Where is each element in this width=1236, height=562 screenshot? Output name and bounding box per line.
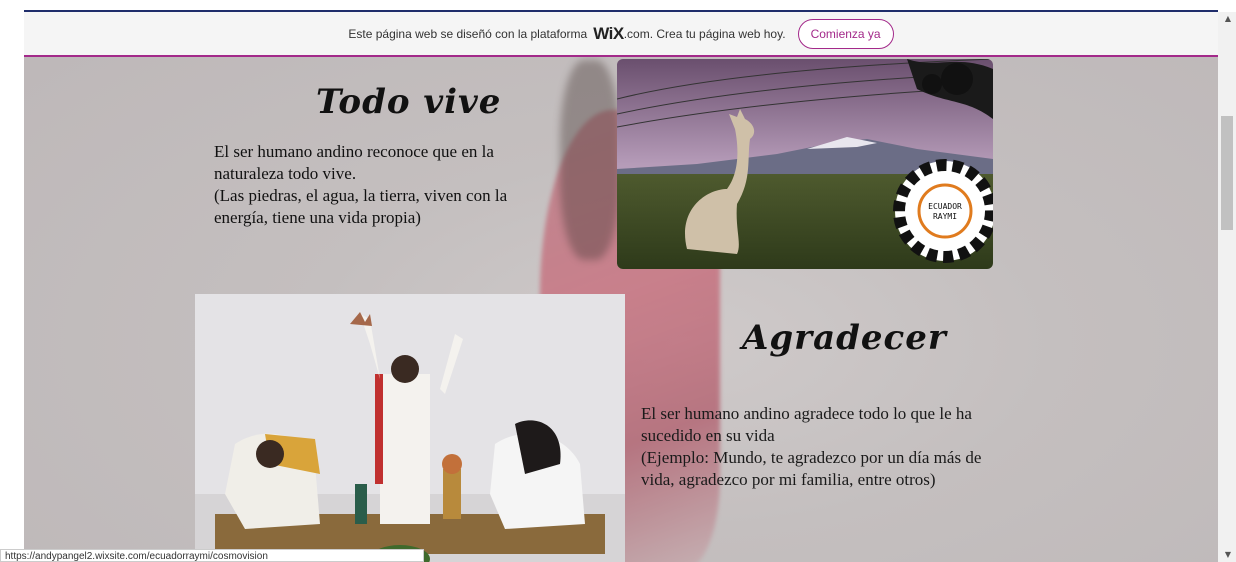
body-line: El ser humano andino agradece todo lo qu… <box>641 404 972 423</box>
wix-banner-text: Este página web se diseñó con la platafo… <box>348 26 588 41</box>
llama-photo-image: ECUADOR RAYMI <box>617 59 993 269</box>
badge-line2: RAYMI <box>933 212 957 221</box>
body-line: (Las piedras, el agua, la tierra, viven … <box>214 186 508 205</box>
link-status-bar: https://andypangel2.wixsite.com/ecuadorr… <box>0 549 424 562</box>
body-line: sucedido en su vida <box>641 426 775 445</box>
wix-banner-text-after: .com. Crea tu página web hoy. <box>623 26 786 41</box>
comienza-ya-button[interactable]: Comienza ya <box>797 18 894 49</box>
section-title-todo-vive: Todo vive <box>316 82 502 122</box>
body-line: vida, agradezco por mi familia, entre ot… <box>641 470 936 489</box>
ecuador-raymi-badge: ECUADOR RAYMI <box>893 159 993 263</box>
body-line: naturaleza todo vive. <box>214 164 357 183</box>
llama-photo: ECUADOR RAYMI <box>617 59 993 269</box>
body-line: (Ejemplo: Mundo, te agradezco por un día… <box>641 448 982 467</box>
wix-logo[interactable]: WiX <box>593 24 624 44</box>
body-line: El ser humano andino reconoce que en la <box>214 142 494 161</box>
section-body-todo-vive: El ser humano andino reconoce que en la … <box>214 141 554 229</box>
scroll-up-icon[interactable]: ▲ <box>1225 14 1231 23</box>
ritual-photo-image <box>195 294 625 562</box>
scroll-down-icon[interactable]: ▼ <box>1225 550 1231 559</box>
wix-banner: Este página web se diseñó con la platafo… <box>24 12 1218 57</box>
section-title-agradecer: Agradecer <box>742 318 947 358</box>
vertical-scrollbar[interactable] <box>1218 12 1236 562</box>
body-line: energía, tiene una vida propia) <box>214 208 421 227</box>
web-page: Este página web se diseñó con la platafo… <box>0 0 1236 562</box>
background-figure-hair <box>560 60 620 260</box>
badge-line1: ECUADOR <box>928 202 962 211</box>
ritual-photo <box>195 294 625 562</box>
scrollbar-thumb[interactable] <box>1221 116 1233 230</box>
section-body-agradecer: El ser humano andino agradece todo lo qu… <box>641 403 1041 491</box>
